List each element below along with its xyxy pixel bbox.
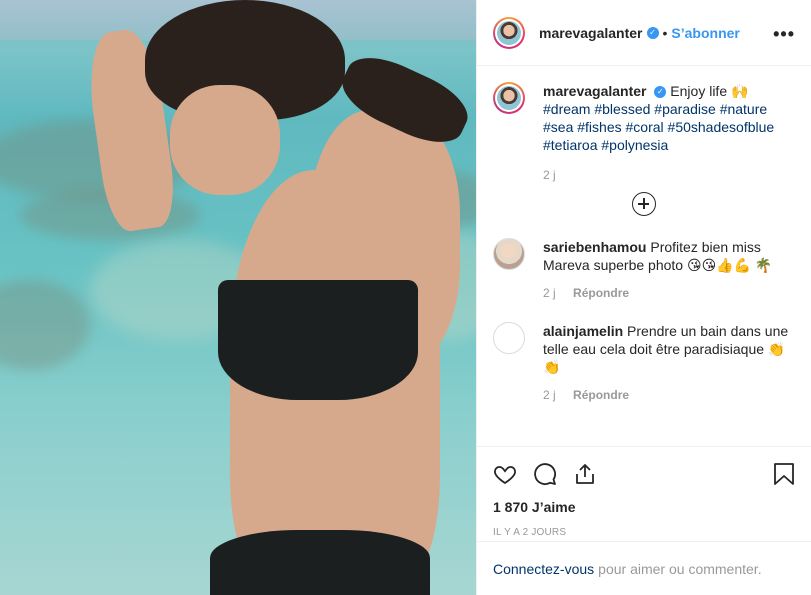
avatar[interactable] [493, 322, 525, 354]
reply-button[interactable]: Répondre [573, 286, 629, 300]
hashtag-link[interactable]: #coral [626, 119, 664, 135]
side-panel: marevagalanter ✓ • S’abonner ••• marevag… [476, 0, 811, 595]
comments-section: marevagalanter ✓ Enjoy life 🙌 #dream #bl… [477, 66, 811, 447]
heart-icon[interactable] [493, 462, 517, 486]
avatar[interactable] [493, 16, 525, 49]
comment-item: alainjamelin Prendre un bain dans une te… [493, 322, 795, 402]
hashtag-link[interactable]: #polynesia [601, 137, 668, 153]
comment-username[interactable]: sariebenhamou [543, 239, 646, 255]
share-icon[interactable] [573, 462, 597, 486]
hashtag-link[interactable]: #fishes [577, 119, 621, 135]
bookmark-icon[interactable] [773, 462, 795, 486]
instagram-post: marevagalanter ✓ • S’abonner ••• marevag… [0, 0, 811, 595]
caption-time[interactable]: 2 j [543, 168, 795, 182]
follow-button[interactable]: S’abonner [671, 25, 739, 41]
comment-username[interactable]: alainjamelin [543, 323, 623, 339]
likes-count[interactable]: 1 870 J’aime [493, 499, 795, 515]
swim-top [218, 280, 418, 400]
photo-reef [0, 280, 90, 370]
person-face [170, 85, 280, 195]
more-options-icon[interactable]: ••• [773, 24, 795, 45]
login-link[interactable]: Connectez-vous [493, 561, 594, 577]
login-prompt: Connectez-vous pour aimer ou commenter. [477, 541, 811, 595]
post-age[interactable]: IL Y A 2 JOURS [493, 527, 795, 538]
comment-item: sariebenhamou Profitez bien miss Mareva … [493, 238, 795, 300]
comment-meta: 2 j Répondre [543, 388, 795, 402]
comment-time[interactable]: 2 j [543, 388, 556, 402]
hashtag-link[interactable]: #dream [543, 101, 590, 117]
plus-circle-icon[interactable] [632, 192, 656, 216]
hashtag-link[interactable]: #50shadesofblue [668, 119, 775, 135]
caption-text: Enjoy life 🙌 [670, 83, 749, 99]
hashtag-link[interactable]: #sea [543, 119, 573, 135]
hashtag-link[interactable]: #blessed [594, 101, 650, 117]
comment-icon[interactable] [533, 462, 557, 486]
verified-badge-icon: ✓ [654, 86, 667, 99]
hashtag-link[interactable]: #tetiaroa [543, 137, 597, 153]
comment-body: sariebenhamou Profitez bien miss Mareva … [543, 238, 795, 274]
avatar[interactable] [493, 82, 525, 114]
comment-meta: 2 j Répondre [543, 286, 795, 300]
verified-badge-icon: ✓ [646, 26, 659, 39]
hashtag-link[interactable]: #nature [720, 101, 767, 117]
swim-bottom [210, 530, 430, 595]
caption-username[interactable]: marevagalanter [543, 83, 647, 99]
login-text: pour aimer ou commenter. [598, 560, 762, 577]
post-header: marevagalanter ✓ • S’abonner ••• [477, 0, 811, 66]
action-icons [493, 459, 795, 489]
caption: marevagalanter ✓ Enjoy life 🙌 #dream #bl… [543, 82, 795, 154]
hashtag-link[interactable]: #paradise [654, 101, 716, 117]
caption-row: marevagalanter ✓ Enjoy life 🙌 #dream #bl… [493, 82, 795, 186]
comment-time[interactable]: 2 j [543, 286, 556, 300]
post-actions: 1 870 J’aime IL Y A 2 JOURS [477, 446, 811, 541]
avatar[interactable] [493, 238, 525, 270]
post-photo[interactable] [0, 0, 476, 595]
separator: • [662, 24, 668, 41]
header-username[interactable]: marevagalanter [539, 25, 643, 41]
reply-button[interactable]: Répondre [573, 388, 629, 402]
load-more-wrapper [493, 192, 795, 216]
comment-body: alainjamelin Prendre un bain dans une te… [543, 322, 795, 376]
